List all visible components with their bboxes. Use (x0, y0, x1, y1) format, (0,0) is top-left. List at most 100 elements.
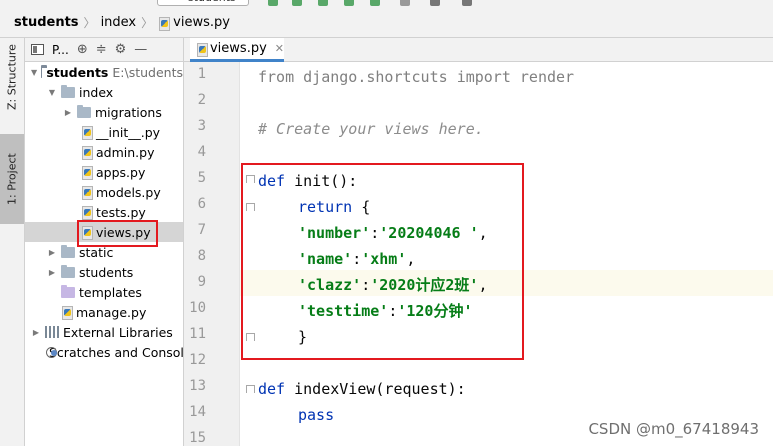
templates-folder-icon (61, 284, 75, 298)
gear-icon[interactable]: ⚙ (115, 42, 127, 57)
dict-key: 'name' (298, 250, 353, 268)
tree-item-migrations[interactable]: ▶ migrations (25, 102, 183, 122)
tree-item-static[interactable]: ▶ static (25, 242, 183, 262)
collapse-all-icon[interactable]: ≑ (96, 42, 107, 57)
breadcrumb-folder[interactable]: index (101, 15, 137, 30)
project-tree: ▼ students E:\students ▼ index ▶ migrati… (25, 62, 183, 362)
keyword: return (298, 198, 353, 216)
run-icon[interactable] (268, 0, 278, 6)
editor-tab-bar: views.py ✕ (184, 38, 773, 62)
collapse-arrow-icon[interactable]: ▶ (47, 248, 57, 257)
line-number: 4 (197, 144, 206, 160)
tree-root-label: students (46, 64, 109, 80)
folder-icon (61, 264, 75, 278)
tree-item-models-py[interactable]: models.py (25, 182, 183, 202)
tree-item-label: External Libraries (63, 324, 173, 340)
dict-key: 'clazz' (298, 276, 362, 294)
code-line-5: def init(): (258, 168, 357, 194)
python-file-icon (81, 226, 93, 240)
module-name: django.shortcuts (294, 68, 457, 86)
build-icon[interactable] (430, 0, 440, 6)
tree-item-students[interactable]: ▶ students (25, 262, 183, 282)
folder-icon (61, 84, 75, 98)
code-line-7: 'number':'20204046 ', (298, 220, 488, 246)
tree-item-label: admin.py (96, 144, 155, 160)
tree-item-label: migrations (95, 104, 162, 120)
tree-item-init-py[interactable]: __init__.py (25, 122, 183, 142)
closing-brace: } (298, 328, 308, 346)
keyword: pass (298, 406, 335, 424)
tree-item-scratches[interactable]: Scratches and Consoles (25, 342, 183, 362)
dict-key: 'testtime' (298, 302, 389, 320)
code-editor[interactable]: from django.shortcuts import render # Cr… (240, 62, 773, 446)
breadcrumb-separator-icon: 〉 (83, 16, 96, 30)
structure-tool-tab[interactable]: Z: Structure (0, 42, 24, 112)
tree-item-manage-py[interactable]: manage.py (25, 302, 183, 322)
punct: : (370, 224, 380, 242)
code-line-11: } (298, 324, 307, 350)
tree-item-apps-py[interactable]: apps.py (25, 162, 183, 182)
collapse-arrow-icon[interactable]: ▶ (47, 268, 57, 277)
tab-views-py[interactable]: views.py ✕ (190, 38, 284, 62)
search-icon[interactable] (462, 0, 472, 6)
code-line-8: 'name':'xhm', (298, 246, 415, 272)
line-number: 9 (197, 274, 206, 290)
run-config-select[interactable]: students (157, 0, 249, 6)
tree-item-label: views.py (96, 224, 151, 240)
concurrency-icon[interactable] (370, 0, 380, 6)
breadcrumb: students 〉 index 〉 views.py (0, 8, 773, 38)
line-number: 15 (189, 430, 206, 446)
locate-icon[interactable]: ⊕ (77, 42, 88, 57)
tree-item-external-libraries[interactable]: ▶ External Libraries (25, 322, 183, 342)
expand-arrow-icon[interactable]: ▼ (47, 88, 57, 97)
library-icon (45, 326, 59, 338)
stop-icon[interactable] (400, 0, 410, 6)
profile-icon[interactable] (344, 0, 354, 6)
code-line-14: pass (298, 402, 334, 428)
expand-arrow-icon[interactable]: ▼ (31, 68, 37, 77)
line-number: 12 (189, 352, 206, 368)
line-number: 7 (197, 222, 206, 238)
project-view-select[interactable]: P... (52, 43, 69, 57)
python-file-icon (81, 206, 93, 220)
punct: : (361, 276, 371, 294)
coverage-icon[interactable] (318, 0, 328, 6)
code-comment: # Create your views here. (258, 120, 484, 138)
tree-item-label: templates (79, 284, 142, 300)
keyword: from (258, 68, 295, 86)
close-icon[interactable]: ✕ (275, 42, 284, 55)
line-number: 8 (197, 248, 206, 264)
breadcrumb-file[interactable]: views.py (158, 15, 230, 31)
tree-item-views-py[interactable]: views.py (25, 222, 183, 242)
tree-root-path: E:\students (112, 64, 183, 80)
python-file-icon (81, 186, 93, 200)
project-tool-tab[interactable]: 1: Project (0, 134, 24, 224)
tree-item-label: manage.py (76, 304, 147, 320)
function-signature: indexView(request): (285, 380, 466, 398)
tree-item-templates[interactable]: templates (25, 282, 183, 302)
hide-icon[interactable]: — (134, 42, 147, 57)
python-file-icon (81, 126, 93, 140)
python-file-icon (158, 16, 171, 31)
line-number: 5 (197, 170, 206, 186)
line-number: 11 (189, 326, 206, 342)
python-file-icon (196, 42, 208, 57)
collapse-arrow-icon[interactable]: ▶ (31, 328, 41, 337)
punct: : (352, 250, 362, 268)
folder-icon (61, 244, 75, 258)
project-view-icon (31, 44, 44, 55)
debug-icon[interactable] (292, 0, 302, 6)
keyword: import (456, 68, 511, 86)
tree-item-tests-py[interactable]: tests.py (25, 202, 183, 222)
collapse-arrow-icon[interactable]: ▶ (63, 108, 73, 117)
tree-item-root[interactable]: ▼ students E:\students (25, 62, 183, 82)
python-file-icon (81, 166, 93, 180)
keyword: def (258, 380, 286, 398)
breadcrumb-root[interactable]: students (14, 15, 79, 30)
tree-item-index[interactable]: ▼ index (25, 82, 183, 102)
tree-item-label: index (79, 84, 114, 100)
tree-item-label: __init__.py (96, 124, 161, 140)
breadcrumb-file-label: views.py (173, 15, 230, 30)
tree-item-admin-py[interactable]: admin.py (25, 142, 183, 162)
tool-window-stripe: Z: Structure 1: Project (0, 38, 25, 446)
